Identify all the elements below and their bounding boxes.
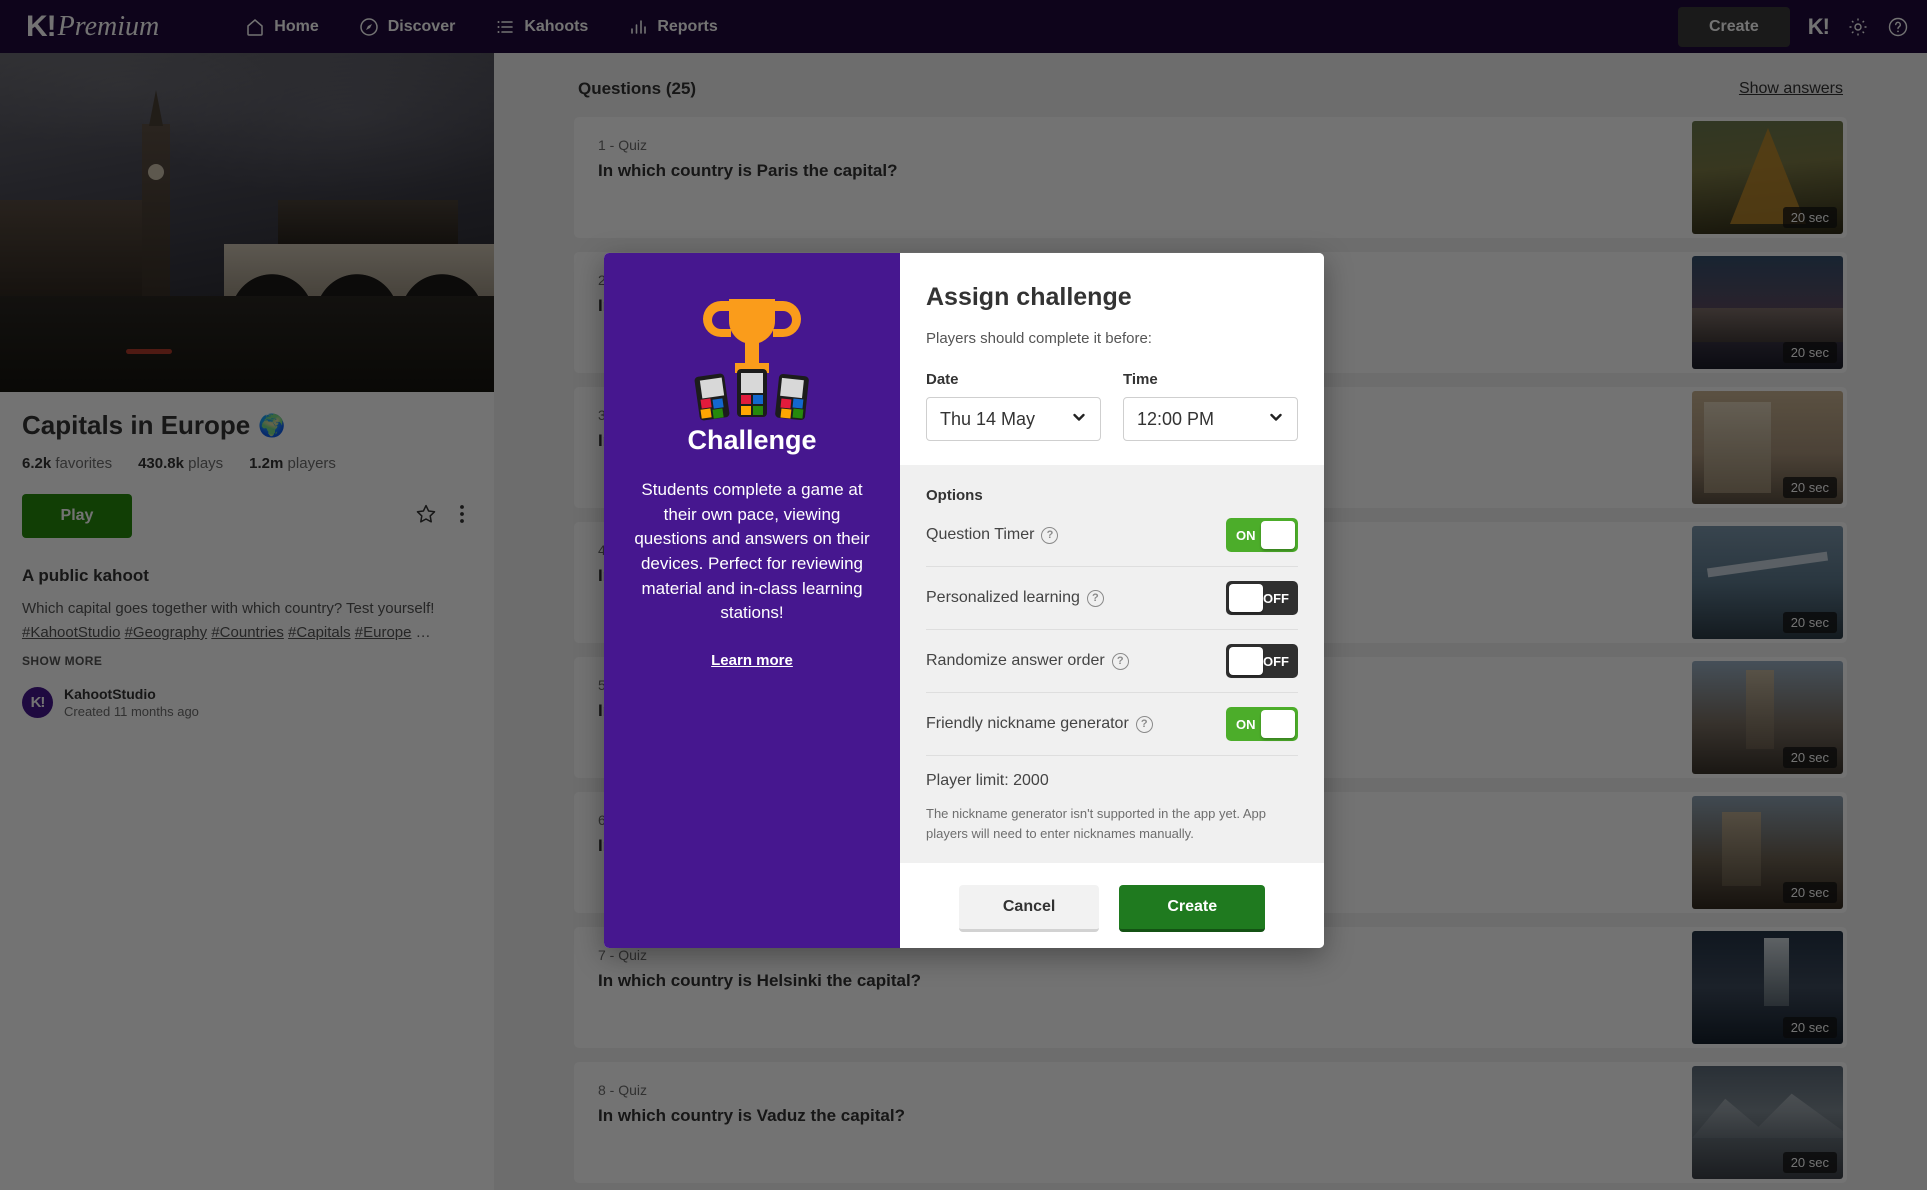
option-toggle-state: OFF — [1263, 590, 1289, 606]
option-row: Friendly nickname generator? ON — [926, 693, 1298, 756]
time-select[interactable]: 12:00 PM — [1123, 397, 1298, 441]
option-toggle-state: OFF — [1263, 653, 1289, 669]
option-label: Question Timer? — [926, 526, 1059, 544]
option-toggle[interactable]: ON — [1226, 518, 1298, 552]
option-toggle[interactable]: OFF — [1226, 581, 1298, 615]
modal-title: Assign challenge — [926, 283, 1132, 311]
challenge-heading: Challenge — [687, 425, 817, 455]
options-section: Options Question Timer? ON Personalized le… — [900, 465, 1324, 863]
help-icon[interactable]: ? — [1111, 652, 1129, 670]
date-label: Date — [926, 371, 959, 388]
option-label-text: Personalized learning — [926, 589, 1080, 606]
toggle-knob — [1261, 521, 1295, 549]
time-label: Time — [1123, 371, 1158, 388]
cancel-button[interactable]: Cancel — [958, 885, 1100, 932]
option-row: Randomize answer order? OFF — [926, 630, 1298, 693]
toggle-knob — [1229, 647, 1263, 675]
chevron-down-icon — [1071, 409, 1087, 430]
options-header: Options — [926, 487, 983, 504]
time-field-group: Time 12:00 PM — [1123, 371, 1298, 441]
option-toggle-state: ON — [1236, 527, 1256, 543]
assign-challenge-form: Assign challenge Players should complete… — [900, 253, 1324, 948]
option-row: Personalized learning? OFF — [926, 567, 1298, 630]
option-toggle[interactable]: ON — [1226, 707, 1298, 741]
date-time-row: Date Thu 14 May Time 12:00 PM — [926, 371, 1298, 441]
help-icon[interactable]: ? — [1135, 715, 1153, 733]
option-label: Friendly nickname generator? — [926, 715, 1153, 733]
date-select[interactable]: Thu 14 May — [926, 397, 1101, 441]
option-label: Randomize answer order? — [926, 652, 1129, 670]
help-icon[interactable]: ? — [1086, 589, 1104, 607]
option-label-text: Randomize answer order — [926, 652, 1105, 669]
modal-subtitle: Players should complete it before: — [926, 330, 1152, 347]
option-label: Personalized learning? — [926, 589, 1104, 607]
modal-footer: Cancel Create — [900, 863, 1324, 948]
date-field-group: Date Thu 14 May — [926, 371, 1101, 441]
nickname-note: The nickname generator isn't supported i… — [926, 806, 1266, 841]
option-row: Question Timer? ON — [926, 504, 1298, 567]
challenge-description: Students complete a game at their own pa… — [634, 480, 870, 623]
create-challenge-button[interactable]: Create — [1119, 885, 1266, 932]
assign-challenge-modal: Challenge Students complete a game at th… — [604, 253, 1324, 948]
player-limit-text: Player limit: 2000 — [926, 772, 1049, 789]
toggle-knob — [1261, 710, 1295, 738]
toggle-knob — [1229, 584, 1263, 612]
option-toggle[interactable]: OFF — [1226, 644, 1298, 678]
time-value: 12:00 PM — [1137, 408, 1215, 429]
option-label-text: Question Timer — [926, 526, 1035, 543]
learn-more-link[interactable]: Learn more — [711, 652, 793, 669]
help-icon[interactable]: ? — [1041, 526, 1059, 544]
options-list: Question Timer? ON Personalized learning? O… — [926, 504, 1298, 756]
chevron-down-icon — [1268, 409, 1284, 430]
challenge-info-panel: Challenge Students complete a game at th… — [604, 253, 900, 948]
trophy-with-phones-illustration — [630, 289, 874, 421]
option-toggle-state: ON — [1236, 716, 1256, 732]
option-label-text: Friendly nickname generator — [926, 715, 1129, 732]
date-value: Thu 14 May — [940, 408, 1036, 429]
